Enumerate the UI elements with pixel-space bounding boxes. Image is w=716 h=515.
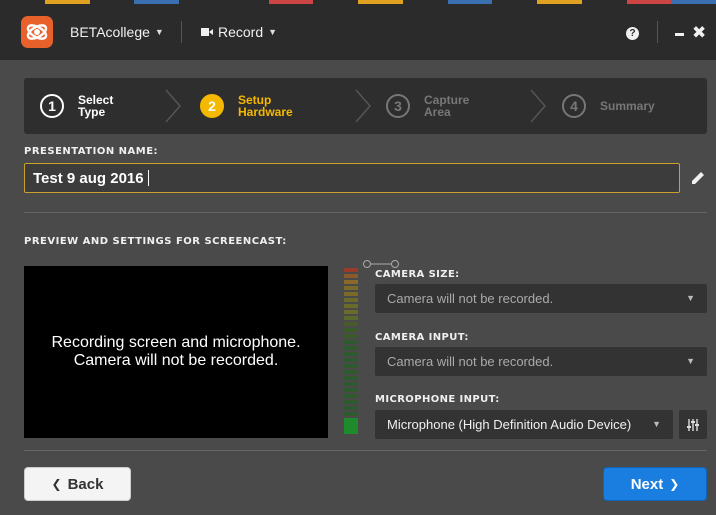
step-summary[interactable]: 4 Summary	[562, 78, 660, 134]
preview-settings-label: PREVIEW AND SETTINGS FOR SCREENCAST:	[24, 236, 287, 247]
step-label: Summary	[600, 99, 655, 113]
mixer-button[interactable]	[679, 410, 707, 439]
chevron-separator-icon	[165, 89, 181, 123]
microphone-input-value: Microphone (High Definition Audio Device…	[387, 417, 632, 432]
logo-icon[interactable]	[21, 16, 53, 48]
presentation-name-label: PRESENTATION NAME:	[24, 146, 159, 157]
next-button-label: Next	[630, 475, 664, 493]
section-divider	[24, 450, 707, 451]
chevron-separator-icon	[530, 89, 546, 123]
section-divider	[24, 212, 707, 213]
caret-down-icon: ▼	[686, 356, 695, 366]
step-label: Select Type	[78, 93, 114, 119]
caret-down-icon: ▼	[686, 293, 695, 303]
step-label: Setup Hardware	[238, 93, 293, 119]
record-menu-button[interactable]: Record ▼	[201, 22, 277, 42]
camera-size-label: CAMERA SIZE:	[375, 269, 460, 280]
microphone-input-label: MICROPHONE INPUT:	[375, 394, 500, 405]
pencil-icon[interactable]	[690, 170, 706, 186]
audio-level-meter	[344, 268, 358, 438]
caret-down-icon: ▼	[154, 27, 164, 37]
chevron-right-icon: ❯	[669, 477, 680, 491]
wizard-steps: 1 Select Type 2 Setup Hardware 3 Capture…	[24, 78, 707, 134]
camera-size-select[interactable]: Camera will not be recorded. ▼	[375, 284, 707, 313]
text-cursor	[147, 170, 149, 186]
microphone-input-select[interactable]: Microphone (High Definition Audio Device…	[375, 410, 673, 439]
step-number: 2	[200, 94, 224, 118]
presentation-name-input[interactable]: Test 9 aug 2016	[24, 163, 680, 193]
step-select-type[interactable]: 1 Select Type	[40, 78, 138, 134]
back-button[interactable]: ❮ Back	[24, 467, 131, 501]
step-label: Capture Area	[424, 93, 470, 119]
toolbar-divider	[181, 21, 182, 43]
step-capture-area[interactable]: 3 Capture Area	[386, 78, 484, 134]
step-number: 1	[40, 94, 64, 118]
preview-message-line2: Camera will not be recorded.	[73, 352, 279, 369]
caret-down-icon: ▼	[652, 419, 661, 429]
camera-input-label: CAMERA INPUT:	[375, 332, 469, 343]
back-button-label: Back	[67, 475, 104, 493]
camera-input-value: Camera will not be recorded.	[387, 354, 554, 369]
record-menu-label: Record	[218, 24, 264, 40]
mixer-icon	[687, 418, 699, 431]
chevron-separator-icon	[355, 89, 371, 123]
camera-size-value: Camera will not be recorded.	[387, 291, 554, 306]
account-menu-label: BETAcollege	[70, 24, 150, 40]
presentation-name-value: Test 9 aug 2016	[33, 169, 144, 187]
close-icon[interactable]: ✖	[692, 23, 706, 43]
video-camera-icon	[201, 28, 213, 36]
toolbar-divider	[657, 21, 658, 43]
preview-message-line1: Recording screen and microphone.	[51, 334, 301, 351]
minimize-icon[interactable]	[675, 33, 684, 36]
help-icon[interactable]: ?	[626, 27, 639, 40]
account-menu-button[interactable]: BETAcollege ▼	[70, 22, 164, 42]
caret-down-icon: ▼	[268, 27, 278, 37]
step-setup-hardware[interactable]: 2 Setup Hardware	[200, 78, 298, 134]
step-number: 3	[386, 94, 410, 118]
chevron-left-icon: ❮	[51, 477, 62, 491]
step-number: 4	[562, 94, 586, 118]
title-bar: BETAcollege ▼ Record ▼ ? ✖	[0, 4, 716, 60]
camera-input-select[interactable]: Camera will not be recorded. ▼	[375, 347, 707, 376]
next-button[interactable]: Next ❯	[603, 467, 707, 501]
screencast-preview: Recording screen and microphone. Camera …	[24, 266, 328, 438]
